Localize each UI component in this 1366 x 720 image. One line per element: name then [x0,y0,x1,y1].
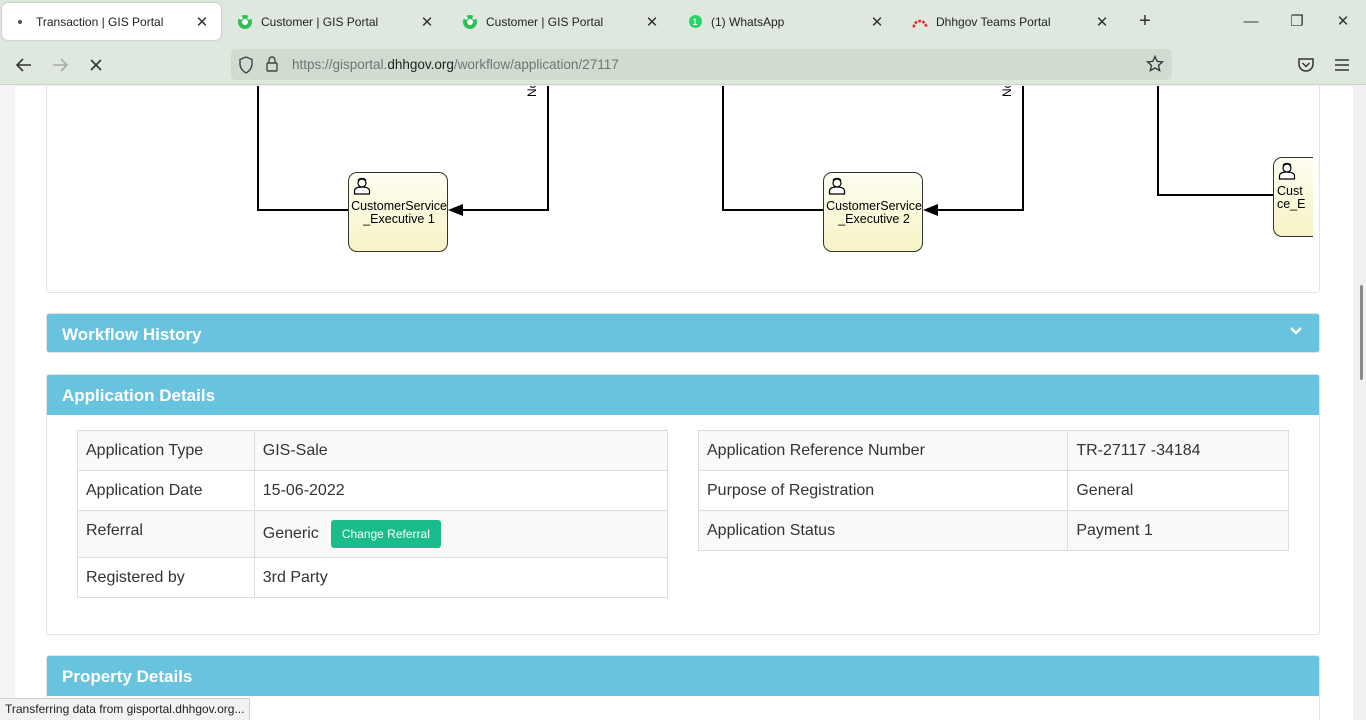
detail-value-cell: Generic Change Referral [253,510,669,558]
tab-title: Customer | GIS Portal [486,14,604,29]
table-row: Referral Generic Change Referral [77,510,669,558]
close-icon[interactable]: ✕ [418,13,436,31]
close-icon[interactable]: ✕ [1093,13,1111,31]
address-bar[interactable]: https://gisportal.dhhgov.org/workflow/ap… [231,49,1172,80]
table-row: Application Type GIS-Sale [77,430,669,471]
panel-header: Property Details [47,656,1319,696]
close-icon[interactable]: ✕ [643,13,661,31]
arrow-right-icon [53,58,69,72]
detail-value: TR-27117 -34184 [1067,430,1289,471]
pocket-button[interactable] [1293,52,1319,78]
page-content: No No CustomerService_Executive 1 Custom… [15,86,1353,720]
node-label: CustomerService_Executive 1 [351,199,447,226]
loading-dot-icon [12,14,28,30]
lock-icon [266,56,278,72]
change-referral-button[interactable]: Change Referral [330,520,441,548]
teams-portal-icon [912,14,928,30]
close-window-button[interactable]: ✕ [1328,10,1358,34]
tab-teams-portal[interactable]: Dhhgov Teams Portal ✕ [902,3,1121,40]
forward-button[interactable] [47,52,73,78]
panel-title: Application Details [62,386,216,405]
detail-label: Application Type [77,430,255,471]
gis-portal-icon [237,14,253,30]
tab-customer-1[interactable]: Customer | GIS Portal ✕ [227,3,446,40]
table-row: Application Status Payment 1 [697,510,1289,551]
new-tab-button[interactable]: + [1133,10,1157,34]
page-viewport: No No CustomerService_Executive 1 Custom… [0,86,1366,720]
detail-value: Payment 1 [1067,510,1289,551]
application-details-panel: Application Details Application Type GIS… [46,374,1320,635]
tab-title: Dhhgov Teams Portal [936,14,1051,29]
star-icon[interactable] [1146,55,1164,73]
hamburger-menu-icon [1335,59,1349,71]
panel-title: Workflow History [62,325,202,344]
detail-label: Referral [77,510,255,558]
detail-value: GIS-Sale [253,430,669,471]
detail-label: Purpose of Registration [697,470,1069,511]
detail-label: Application Date [77,470,255,511]
stop-loading-button[interactable] [83,52,109,78]
tab-customer-2[interactable]: Customer | GIS Portal ✕ [452,3,671,40]
panel-header[interactable]: Workflow History [47,314,1319,352]
panel-title: Property Details [62,667,193,686]
table-row: Application Date 15-06-2022 [77,470,669,511]
detail-value: General [1067,470,1289,511]
close-icon [90,59,102,71]
workflow-connectors [257,86,1273,216]
close-icon[interactable]: ✕ [193,13,211,31]
scrollbar-thumb[interactable] [1360,285,1363,380]
workflow-node-customer-service-executive-1[interactable]: CustomerService_Executive 1 [348,172,448,252]
arrow-left-icon [15,58,31,72]
workflow-history-panel[interactable]: Workflow History [46,313,1320,353]
browser-status-bar: Transferring data from gisportal.dhhgov.… [0,698,251,720]
edge-label: No [1000,86,1014,97]
node-label-partial: Cust ce_E [1277,184,1306,211]
user-task-icon [828,177,846,195]
detail-label: Registered by [77,557,255,598]
user-task-icon [353,177,371,195]
chevron-down-icon[interactable] [1288,323,1304,339]
menu-button[interactable] [1329,52,1355,78]
application-details-left-table: Application Type GIS-Sale Application Da… [77,430,669,598]
url-text[interactable]: https://gisportal.dhhgov.org/workflow/ap… [292,57,619,72]
tab-title: Transaction | GIS Portal [36,14,164,29]
page-scrollbar[interactable] [1353,86,1366,720]
whatsapp-icon: 1 [687,14,703,30]
gis-portal-icon [462,14,478,30]
table-row: Purpose of Registration General [697,470,1289,511]
workflow-node-customer-service-executive-2[interactable]: CustomerService_Executive 2 [823,172,923,252]
shield-icon [239,56,253,74]
user-task-icon [1278,162,1296,180]
node-label: CustomerService_Executive 2 [826,199,922,226]
detail-value: Generic [262,525,319,543]
browser-tab-bar: Transaction | GIS Portal ✕ Customer | GI… [0,0,1366,44]
workflow-node-customer-service-executive-3[interactable]: Cust ce_E [1273,157,1313,237]
minimize-button[interactable]: — [1236,10,1266,34]
workflow-diagram-panel: No No CustomerService_Executive 1 Custom… [46,86,1320,293]
table-row: Registered by 3rd Party [77,557,669,598]
table-row: Application Reference Number TR-27117 -3… [697,430,1289,471]
tab-title: (1) WhatsApp [711,14,785,29]
restore-button[interactable]: ❐ [1282,10,1312,34]
detail-label: Application Status [697,510,1069,551]
detail-value: 15-06-2022 [253,470,669,511]
pocket-icon [1298,58,1314,72]
tab-whatsapp[interactable]: 1 (1) WhatsApp ✕ [677,3,896,40]
tab-title: Customer | GIS Portal [261,14,379,29]
browser-nav-bar: https://gisportal.dhhgov.org/workflow/ap… [0,44,1366,85]
close-icon[interactable]: ✕ [868,13,886,31]
panel-header: Application Details [47,375,1319,415]
detail-label: Application Reference Number [697,430,1069,471]
application-details-right-table: Application Reference Number TR-27117 -3… [697,430,1289,551]
back-button[interactable] [11,52,37,78]
detail-value: 3rd Party [253,557,669,598]
edge-label: No [525,86,539,97]
tab-transaction[interactable]: Transaction | GIS Portal ✕ [2,3,221,40]
